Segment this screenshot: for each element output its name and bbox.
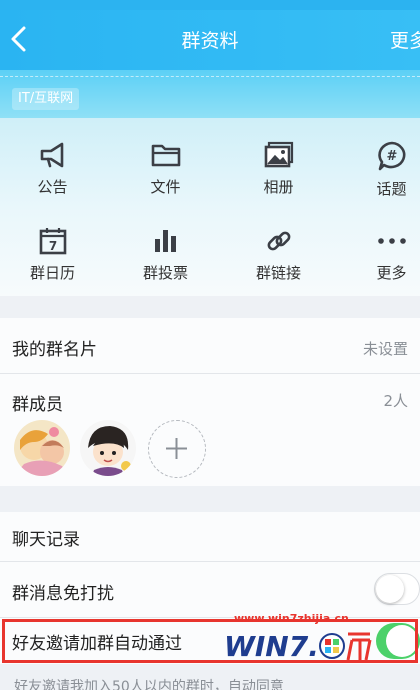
tool-files[interactable]: 文件 (113, 140, 218, 220)
tool-label: 群日历 (29, 264, 75, 282)
my-group-card-row[interactable]: 我的群名片 未设置 (0, 318, 420, 374)
row-label: 我的群名片 (12, 340, 97, 360)
tool-label: 群链接 (255, 264, 301, 282)
header-bar: 群资料 更多 (0, 10, 420, 70)
tool-album[interactable]: 相册 (226, 140, 331, 220)
page-title: 群资料 (181, 30, 239, 52)
tool-label: 群投票 (142, 264, 188, 282)
vote-icon (154, 230, 176, 252)
add-member-button[interactable] (148, 420, 206, 478)
chat-history-row[interactable]: 聊天记录 (0, 512, 420, 562)
mute-notifications-row[interactable]: 群消息免打扰 (0, 562, 420, 618)
topic-icon: # (377, 141, 405, 171)
tool-topic[interactable]: # 话题 (339, 140, 420, 220)
mute-toggle[interactable] (374, 573, 420, 605)
watermark-logo: WIN7. (224, 630, 372, 663)
svg-text:#: # (386, 149, 397, 164)
row-label: 聊天记录 (12, 530, 80, 550)
link-icon (267, 231, 290, 251)
tool-calendar[interactable]: 7 群日历 (0, 226, 105, 306)
calendar-day-text: 7 (48, 239, 56, 253)
avatar-image (80, 420, 136, 476)
avatar-image (14, 420, 70, 476)
tool-label: 更多 (376, 264, 407, 282)
avatar[interactable] (80, 420, 136, 476)
toggle-knob (376, 575, 404, 603)
tool-label: 话题 (376, 180, 407, 198)
more-dots-icon (377, 238, 406, 244)
group-category-tag: IT/互联网 (12, 88, 80, 110)
tool-label: 相册 (263, 178, 294, 196)
tool-vote[interactable]: 群投票 (113, 226, 218, 306)
svg-text:WIN7.: WIN7. (224, 630, 319, 663)
tool-link[interactable]: 群链接 (226, 226, 331, 306)
megaphone-icon (40, 142, 63, 168)
tool-label: 文件 (150, 178, 181, 196)
tool-announcement[interactable]: 公告 (0, 140, 105, 220)
banner-divider (0, 76, 420, 77)
status-bar (0, 0, 420, 10)
tool-more[interactable]: 更多 (339, 226, 420, 306)
plus-icon (166, 438, 187, 459)
row-value: 未设置 (362, 340, 408, 358)
row-label: 群消息免打扰 (12, 584, 114, 604)
avatar[interactable] (14, 420, 70, 476)
tool-label: 公告 (37, 178, 68, 196)
more-button[interactable]: 更多 (390, 26, 420, 53)
group-tools-grid: 公告 文件 相册 # 话题 7 群日历 群投票 群链接 更多 (0, 118, 420, 296)
calendar-icon: 7 (39, 228, 66, 255)
watermark-url: www.win7zhijia.cn (234, 612, 349, 625)
member-count: 2人 (383, 392, 408, 410)
folder-icon (151, 144, 180, 167)
group-banner: IT/互联网 (0, 70, 420, 118)
album-icon (264, 141, 293, 168)
auto-accept-description: 好友邀请我加入50人以内的群时，自动同意 (14, 679, 284, 690)
row-label: 群成员 (12, 395, 63, 415)
